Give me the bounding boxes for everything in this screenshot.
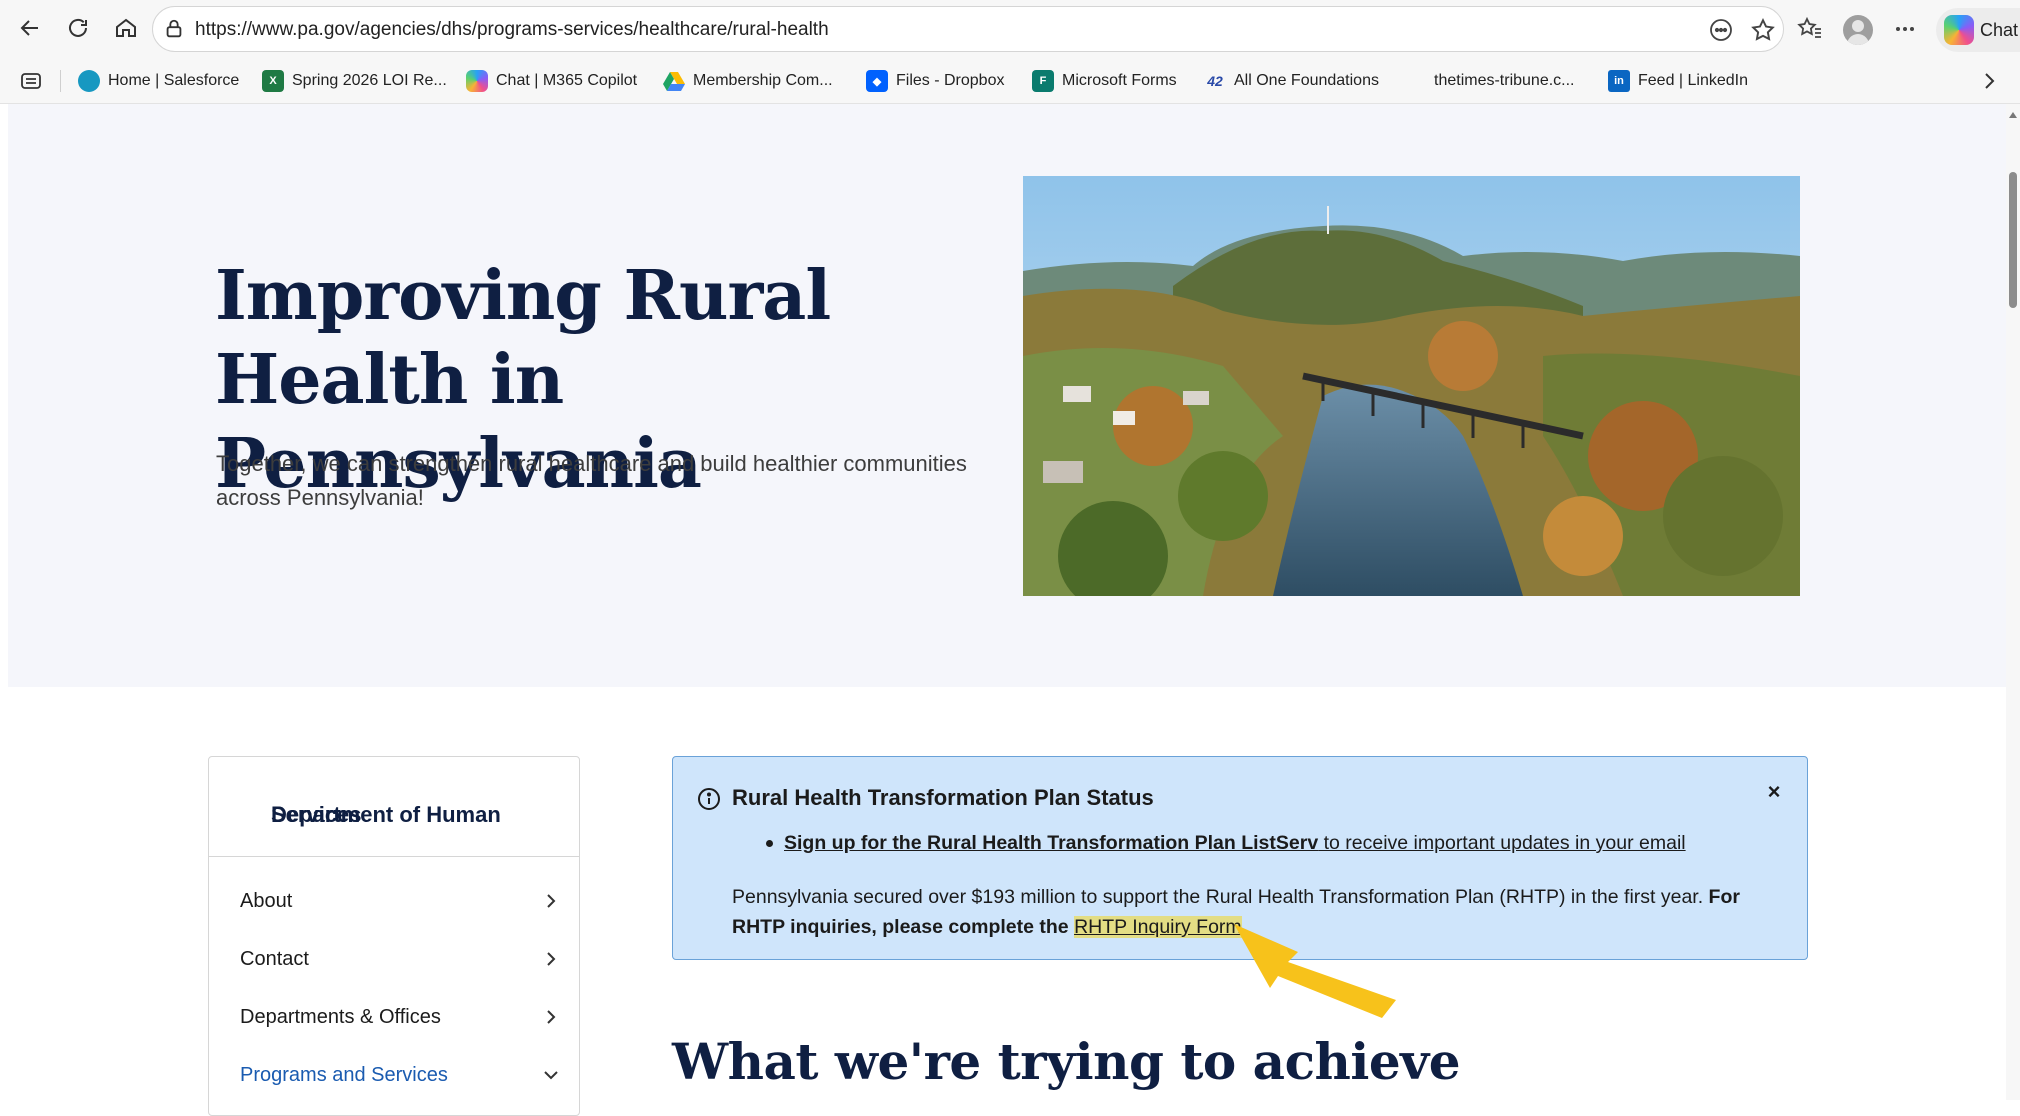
bookmark-microsoft-forms[interactable]: F Microsoft Forms — [1032, 68, 1177, 94]
profile-avatar[interactable] — [1843, 15, 1873, 45]
google-drive-icon — [663, 70, 685, 92]
back-button[interactable] — [12, 10, 48, 46]
bookmark-label: Microsoft Forms — [1062, 72, 1177, 89]
chevron-down-icon — [544, 1071, 558, 1080]
listserv-signup-link-rest[interactable]: to receive important updates in your ema… — [1318, 832, 1686, 854]
chevron-right-icon — [547, 1010, 556, 1024]
chevron-right-icon[interactable] — [1978, 70, 2000, 92]
sidebar-item-contact[interactable]: Contact — [240, 939, 560, 979]
chevron-right-icon — [547, 894, 556, 908]
bookmark-dropbox[interactable]: ◆ Files - Dropbox — [866, 68, 1004, 94]
listserv-bullet: Sign up for the Rural Health Transformat… — [766, 832, 1686, 855]
bookmark-label: Files - Dropbox — [896, 72, 1005, 89]
foundation-icon: 42 — [1207, 73, 1223, 89]
hero-subtitle: Together, we can strengthen rural health… — [216, 447, 1006, 515]
forms-icon: F — [1032, 70, 1054, 92]
alert-title: Rural Health Transformation Plan Status — [732, 785, 1154, 810]
read-aloud-icon[interactable] — [1708, 17, 1734, 43]
url-text[interactable]: https://www.pa.gov/agencies/dhs/programs… — [195, 19, 829, 41]
address-bar[interactable]: https://www.pa.gov/agencies/dhs/programs… — [152, 6, 1784, 52]
favorites-icon[interactable] — [1796, 15, 1824, 43]
excel-icon: X — [262, 70, 284, 92]
dropbox-icon: ◆ — [866, 70, 888, 92]
scrollbar-thumb[interactable] — [2009, 172, 2017, 308]
sidebar-item-about[interactable]: About — [240, 881, 560, 921]
bookmarks-bar: Home | Salesforce X Spring 2026 LOI Re..… — [0, 58, 2020, 104]
bookmark-m365-copilot[interactable]: Chat | M365 Copilot — [466, 68, 637, 94]
bookmark-label: Membership Com... — [693, 72, 833, 89]
hero-title-line-1: Improving Rural — [215, 256, 831, 336]
close-alert-button[interactable]: × — [1763, 779, 1785, 804]
copilot-icon — [1944, 15, 1974, 45]
lock-icon[interactable] — [163, 18, 185, 40]
hero-image-rural-landscape — [1023, 176, 1800, 596]
sidenav-title-line-2: Services — [271, 802, 362, 827]
sidebar-item-programs-services[interactable]: Programs and Services — [240, 1055, 560, 1095]
back-arrow-icon — [20, 20, 38, 36]
sidebar-item-departments-offices[interactable]: Departments & Offices — [240, 997, 560, 1037]
refresh-icon — [69, 18, 87, 37]
bookmark-label: Feed | LinkedIn — [1638, 72, 1749, 89]
annotation-arrow-icon — [1234, 924, 1396, 1018]
bookmark-label: Spring 2026 LOI Re... — [292, 72, 447, 89]
bookmark-spring-loi[interactable]: X Spring 2026 LOI Re... — [262, 68, 447, 94]
hero-subtitle-line-1: Together, we can strengthen rural health… — [216, 451, 967, 476]
sidebar-item-label: Programs and Services — [240, 1063, 448, 1086]
bookmark-membership[interactable]: Membership Com... — [663, 68, 833, 94]
bookmark-label: Chat | M365 Copilot — [496, 72, 638, 89]
copilot-chat-button[interactable]: Chat — [1936, 8, 2020, 52]
scroll-up-icon[interactable] — [2009, 112, 2017, 118]
bookmark-all-one-foundations[interactable]: 42 All One Foundations — [1204, 68, 1379, 94]
salesforce-icon — [78, 70, 100, 92]
page-scrollbar[interactable] — [2006, 104, 2020, 1100]
vertical-tabs-icon[interactable] — [20, 72, 42, 90]
linkedin-icon: in — [1608, 70, 1630, 92]
sidenav-heading: Department of Human Services — [209, 757, 579, 857]
chevron-right-icon — [547, 952, 556, 966]
bookmark-times-tribune[interactable]: thetimes-tribune.c... — [1434, 68, 1575, 94]
home-button[interactable] — [108, 10, 144, 46]
listserv-signup-link[interactable]: Sign up for the Rural Health Transformat… — [784, 832, 1318, 854]
funding-text: Pennsylvania secured over $193 million t… — [732, 886, 1709, 908]
sidebar-item-label: About — [240, 889, 293, 912]
hero-section: Improving Rural Health in Pennsylvania T… — [8, 104, 2006, 687]
sidebar-item-label: Contact — [240, 947, 309, 970]
bookmark-linkedin[interactable]: in Feed | LinkedIn — [1608, 68, 1748, 94]
side-navigation: Department of Human Services About Contac… — [208, 756, 580, 1116]
bookmark-label: All One Foundations — [1234, 72, 1379, 89]
page-content: Improving Rural Health in Pennsylvania T… — [8, 104, 2006, 1116]
bookmark-label: thetimes-tribune.c... — [1434, 72, 1575, 89]
bookmark-salesforce[interactable]: Home | Salesforce — [78, 68, 239, 94]
sidebar-item-label: Departments & Offices — [240, 1005, 441, 1028]
home-icon — [116, 18, 136, 37]
more-options-icon[interactable] — [1891, 15, 1919, 43]
section-title: What we're trying to achieve — [672, 1032, 1461, 1091]
rhtp-inquiry-form-link[interactable]: RHTP Inquiry Form — [1074, 916, 1242, 938]
hero-subtitle-line-2: across Pennsylvania! — [216, 485, 424, 510]
favorite-star-icon[interactable] — [1750, 17, 1776, 43]
refresh-button[interactable] — [60, 10, 96, 46]
copilot-icon — [466, 70, 488, 92]
bookmark-label: Home | Salesforce — [108, 72, 240, 89]
sidenav-title: Department of Human Services — [240, 779, 540, 827]
bookmarks-divider — [60, 70, 61, 92]
info-icon — [698, 788, 720, 810]
browser-toolbar: https://www.pa.gov/agencies/dhs/programs… — [0, 0, 2020, 58]
bullet-dot — [766, 840, 773, 848]
chat-label: Chat — [1980, 20, 2019, 40]
